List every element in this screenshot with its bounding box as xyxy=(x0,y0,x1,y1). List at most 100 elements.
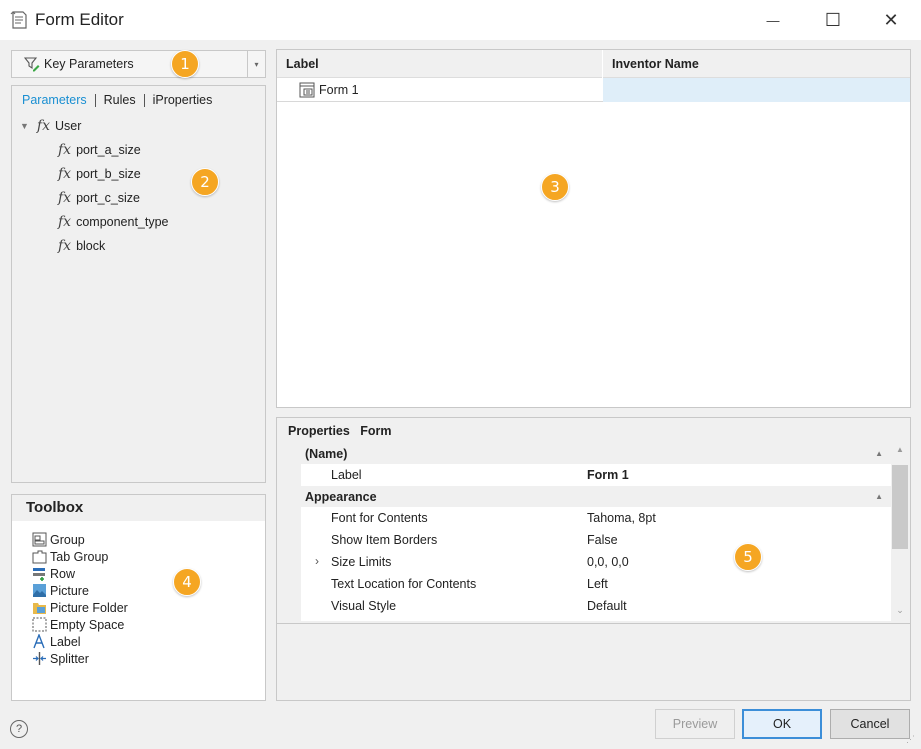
tree-item-parameter[interactable]: fx port_b_size xyxy=(58,166,141,182)
resize-grip-icon[interactable]: ⋰ xyxy=(906,734,918,746)
property-category-appearance[interactable]: Appearance ▲ xyxy=(301,486,891,507)
window-title: Form Editor xyxy=(35,10,124,29)
tab-rules[interactable]: Rules xyxy=(104,94,145,107)
tree-item-parameter[interactable]: fx port_c_size xyxy=(58,190,140,206)
scroll-down-icon[interactable]: ⌄ xyxy=(891,605,909,616)
toolbox-item-label: Empty Space xyxy=(50,617,125,632)
property-value[interactable]: False xyxy=(587,533,618,547)
tree-node-user[interactable]: ▼ fx User xyxy=(20,118,81,134)
expand-chevron-icon[interactable]: › xyxy=(315,554,319,568)
maximize-button[interactable]: ☐ xyxy=(810,0,856,40)
column-header-inventor-name[interactable]: Inventor Name xyxy=(612,50,699,78)
parameter-tabs: Parameters Rules iProperties xyxy=(22,94,228,107)
column-header-label[interactable]: Label xyxy=(286,50,319,78)
toolbox-item-tab-group[interactable]: Tab Group xyxy=(32,548,108,565)
close-button[interactable]: ✕ xyxy=(868,0,914,40)
properties-object: Form xyxy=(360,424,392,438)
property-name: Show Item Borders xyxy=(331,533,438,547)
toolbox-item-picture-folder[interactable]: Picture Folder xyxy=(32,599,128,616)
property-category-name[interactable]: (Name) ▲ xyxy=(301,443,891,464)
property-row[interactable]: Font for Contents Tahoma, 8pt xyxy=(301,507,891,529)
tab-iproperties[interactable]: iProperties xyxy=(153,94,221,107)
group-icon xyxy=(32,532,47,547)
toolbox-item-group[interactable]: Group xyxy=(32,531,85,548)
close-icon: ✕ xyxy=(883,9,899,30)
toolbox-item-label[interactable]: Label xyxy=(32,633,81,650)
toolbox-item-splitter[interactable]: Splitter xyxy=(32,650,89,667)
collapse-icon[interactable]: ▲ xyxy=(875,449,883,458)
tree-item-parameter[interactable]: fx block xyxy=(58,238,105,254)
title-bar: Form Editor — ☐ ✕ xyxy=(0,0,921,40)
fx-icon: fx xyxy=(58,238,72,254)
scroll-up-icon[interactable]: ▲ xyxy=(891,445,909,454)
row-inventor-name-cell[interactable] xyxy=(603,78,910,102)
toolbox-item-label: Row xyxy=(50,566,76,581)
toolbox-item-row[interactable]: Row xyxy=(32,565,75,582)
tab-parameters[interactable]: Parameters xyxy=(22,94,96,107)
preview-button[interactable]: Preview xyxy=(655,709,735,739)
property-value[interactable]: Form 1 xyxy=(587,468,629,482)
grid-header: Label Inventor Name xyxy=(277,50,910,78)
toolbox-panel: Toolbox Group Tab Group Row Picture Pict… xyxy=(11,494,266,701)
minimize-button[interactable]: — xyxy=(750,0,796,40)
category-label: (Name) xyxy=(305,446,348,461)
property-value[interactable]: Left xyxy=(587,577,608,591)
parameter-label: port_b_size xyxy=(76,167,141,181)
expand-arrow-icon[interactable]: ▼ xyxy=(20,121,29,131)
form-icon xyxy=(299,82,315,98)
tree-node-label: User xyxy=(55,119,82,133)
minimize-icon: — xyxy=(766,12,780,28)
picture-icon xyxy=(32,583,47,598)
property-name: Visual Style xyxy=(331,599,397,613)
table-row[interactable]: Form 1 xyxy=(277,78,910,102)
empty-space-icon xyxy=(32,617,47,632)
toolbox-title: Toolbox xyxy=(12,495,265,521)
key-parameters-button[interactable]: Key Parameters xyxy=(12,51,247,77)
property-row[interactable]: Show Item Borders False xyxy=(301,529,891,551)
property-name: Size Limits xyxy=(331,555,392,569)
fx-icon: fx xyxy=(58,214,72,230)
ok-button[interactable]: OK xyxy=(742,709,822,739)
row-label-text: Form 1 xyxy=(319,83,359,97)
property-value[interactable]: Tahoma, 8pt xyxy=(587,511,656,525)
property-description-pane xyxy=(277,623,910,700)
property-row[interactable]: Label Form 1 xyxy=(301,464,891,486)
callout-badge-3: 3 xyxy=(541,173,569,201)
splitter-icon xyxy=(32,651,47,666)
key-parameters-dropdown[interactable]: ▾ xyxy=(247,51,265,77)
parameters-panel: Parameters Rules iProperties ▼ fx User f… xyxy=(11,85,266,483)
column-divider[interactable] xyxy=(602,50,603,78)
tree-item-parameter[interactable]: fx port_a_size xyxy=(58,142,141,158)
callout-badge-1: 1 xyxy=(171,50,199,78)
property-name: Label xyxy=(331,468,362,482)
maximize-icon: ☐ xyxy=(824,9,842,30)
property-row[interactable]: › Size Limits 0,0, 0,0 xyxy=(301,551,891,573)
property-row[interactable]: Text Location for Contents Left xyxy=(301,573,891,595)
key-parameters-label: Key Parameters xyxy=(44,57,134,71)
property-row[interactable]: Visual Style Default xyxy=(301,595,891,617)
cancel-button[interactable]: Cancel xyxy=(830,709,910,739)
help-icon[interactable]: ? xyxy=(10,720,28,738)
property-name: Font for Contents xyxy=(331,511,428,525)
properties-heading: Properties Form xyxy=(288,424,392,438)
properties-title: Properties xyxy=(288,424,350,438)
callout-badge-5: 5 xyxy=(734,543,762,571)
property-value[interactable]: Default xyxy=(587,599,627,613)
property-value[interactable]: 0,0, 0,0 xyxy=(587,555,629,569)
chevron-down-icon: ▾ xyxy=(254,59,259,69)
toolbox-item-picture[interactable]: Picture xyxy=(32,582,89,599)
toolbox-item-label: Picture xyxy=(50,583,89,598)
toolbox-item-label: Splitter xyxy=(50,651,89,666)
picture-folder-icon xyxy=(32,600,47,615)
scrollbar-thumb[interactable] xyxy=(892,465,908,549)
collapse-icon[interactable]: ▲ xyxy=(875,492,883,501)
fx-icon: fx xyxy=(58,166,72,182)
toolbox-item-label: Label xyxy=(50,634,81,649)
toolbox-item-empty-space[interactable]: Empty Space xyxy=(32,616,124,633)
form-grid: Label Inventor Name Form 1 xyxy=(276,49,911,408)
fx-icon: fx xyxy=(58,190,72,206)
properties-scrollbar[interactable]: ▲ ⌄ xyxy=(891,443,909,621)
tree-item-parameter[interactable]: fx component_type xyxy=(58,214,169,230)
row-label-cell[interactable]: Form 1 xyxy=(299,78,359,102)
property-name: Text Location for Contents xyxy=(331,577,477,591)
